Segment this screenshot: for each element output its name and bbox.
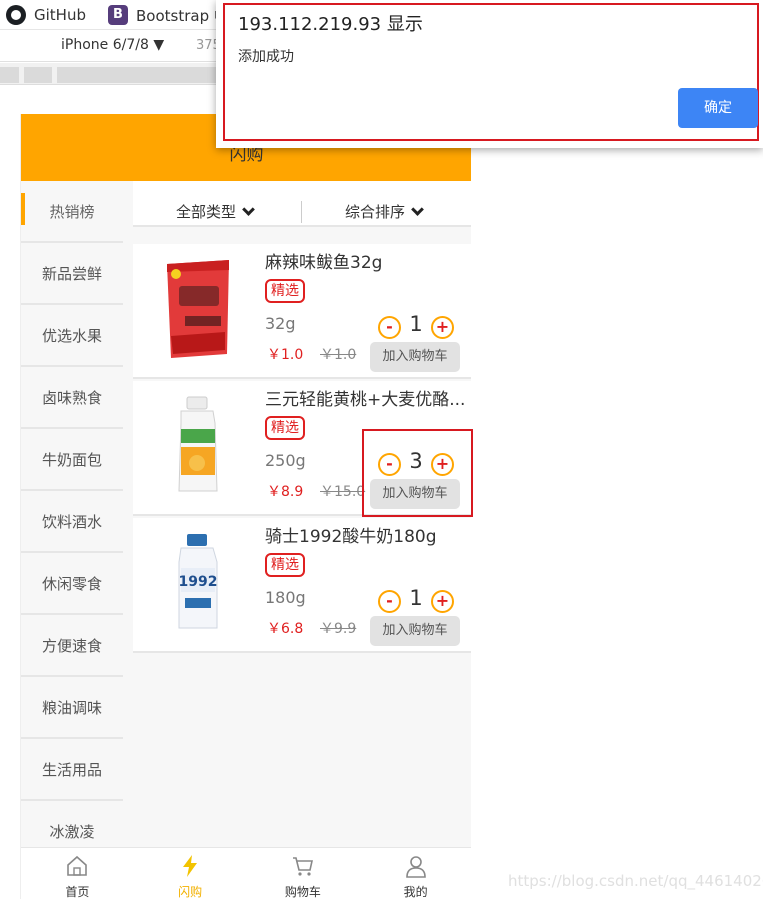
sort-filter[interactable]: 综合排序 xyxy=(345,201,424,222)
increase-quantity-button[interactable]: + xyxy=(431,590,454,613)
product-original-price: ￥15.0 xyxy=(320,484,366,500)
sidebar-item-daily[interactable]: 生活用品 xyxy=(21,739,123,801)
sort-filter-label: 综合排序 xyxy=(345,203,406,221)
decrease-quantity-button[interactable]: - xyxy=(378,590,401,613)
tab-label: 我的 xyxy=(403,885,428,899)
type-filter[interactable]: 全部类型 xyxy=(176,201,255,222)
chevron-down-icon xyxy=(411,202,424,216)
product-name[interactable]: 三元轻能黄桃+大麦优酪... xyxy=(265,385,468,410)
quantity-value: 3 xyxy=(409,449,423,473)
product-image xyxy=(178,396,218,492)
bookmark-github[interactable]: GitHub xyxy=(6,0,86,30)
tab-label: 购物车 xyxy=(284,885,321,899)
featured-tag: 精选 xyxy=(265,279,305,303)
type-filter-label: 全部类型 xyxy=(176,203,237,221)
sidebar-item-fruit[interactable]: 优选水果 xyxy=(21,305,123,367)
filter-divider xyxy=(301,201,302,223)
tab-home[interactable]: 首页 xyxy=(21,848,134,899)
increase-quantity-button[interactable]: + xyxy=(431,316,454,339)
dialog-ok-button[interactable]: 确定 xyxy=(678,88,758,128)
product-image: 1992 xyxy=(178,534,218,629)
sidebar-item-drinks[interactable]: 饮料酒水 xyxy=(21,491,123,553)
increase-quantity-button[interactable]: + xyxy=(431,453,454,476)
featured-tag: 精选 xyxy=(265,416,305,440)
product-image xyxy=(167,260,229,358)
tab-flash-sale[interactable]: 闪购 xyxy=(134,848,247,899)
product-price: ￥6.8 xyxy=(267,621,304,637)
product-card: 麻辣味鲅鱼32g 精选 32g ￥1.0 ￥1.0 - 1 + 加入购物车 xyxy=(133,244,471,379)
user-icon xyxy=(405,856,426,878)
chevron-down-icon xyxy=(242,202,255,216)
dialog-title: 193.112.219.93 显示 xyxy=(238,14,423,35)
product-card: 1992 骑士1992酸牛奶180g 精选 180g ￥6.8 ￥9.9 - 1… xyxy=(133,518,471,653)
product-price: ￥1.0 xyxy=(267,347,304,363)
app-viewport: 闪购 热销榜 新品尝鲜 优选水果 卤味熟食 牛奶面包 饮料酒水 休闲零食 方便速… xyxy=(20,114,471,899)
sidebar-item-instant[interactable]: 方便速食 xyxy=(21,615,123,677)
tab-me[interactable]: 我的 xyxy=(359,848,471,899)
bookmark-label: GitHub xyxy=(34,6,86,24)
sidebar-item-hot[interactable]: 热销榜 xyxy=(21,181,123,243)
decrease-quantity-button[interactable]: - xyxy=(378,316,401,339)
sidebar-item-new[interactable]: 新品尝鲜 xyxy=(21,243,123,305)
bootstrap-icon: B xyxy=(108,5,128,25)
product-weight: 32g xyxy=(265,314,296,333)
add-to-cart-button[interactable]: 加入购物车 xyxy=(370,616,460,646)
svg-text:1992: 1992 xyxy=(179,574,218,590)
product-original-price: ￥9.9 xyxy=(320,621,357,637)
product-name[interactable]: 骑士1992酸牛奶180g xyxy=(265,522,468,547)
product-weight: 250g xyxy=(265,451,306,470)
add-to-cart-button[interactable]: 加入购物车 xyxy=(370,342,460,372)
quantity-value: 1 xyxy=(409,586,423,610)
lightning-icon xyxy=(183,855,198,877)
bookmark-bootstrap[interactable]: B Bootstrap 中 xyxy=(108,0,229,30)
bookmark-label: Bootstrap 中 xyxy=(136,6,229,25)
sidebar-item-snacks[interactable]: 休闲零食 xyxy=(21,553,123,615)
sidebar-item-milk-bread[interactable]: 牛奶面包 xyxy=(21,429,123,491)
tab-cart[interactable]: 购物车 xyxy=(247,848,360,899)
product-original-price: ￥1.0 xyxy=(320,347,357,363)
category-sidebar: 热销榜 新品尝鲜 优选水果 卤味熟食 牛奶面包 饮料酒水 休闲零食 方便速食 粮… xyxy=(21,181,123,863)
sidebar-item-deli[interactable]: 卤味熟食 xyxy=(21,367,123,429)
product-list-area: 全部类型 综合排序 麻辣味鲅鱼32g 精选 32g ￥1.0 ￥1.0 - 1 … xyxy=(133,181,471,847)
sidebar-item-grain-oil[interactable]: 粮油调味 xyxy=(21,677,123,739)
decrease-quantity-button[interactable]: - xyxy=(378,453,401,476)
bottom-tab-bar: 首页 闪购 购物车 我的 xyxy=(21,847,471,899)
product-weight: 180g xyxy=(265,588,306,607)
product-card: 三元轻能黄桃+大麦优酪... 精选 250g ￥8.9 ￥15.0 - 3 + … xyxy=(133,381,471,516)
featured-tag: 精选 xyxy=(265,553,305,577)
github-icon xyxy=(6,5,26,25)
home-icon xyxy=(67,855,88,876)
tab-label: 闪购 xyxy=(178,885,203,899)
tab-label: 首页 xyxy=(65,885,90,899)
add-to-cart-button[interactable]: 加入购物车 xyxy=(370,479,460,509)
cart-icon xyxy=(292,857,313,876)
product-price: ￥8.9 xyxy=(267,484,304,500)
watermark: https://blog.csdn.net/qq_44614026 xyxy=(508,872,763,890)
quantity-value: 1 xyxy=(409,312,423,336)
product-name[interactable]: 麻辣味鲅鱼32g xyxy=(265,248,468,273)
filter-bar: 全部类型 综合排序 xyxy=(133,181,471,227)
dialog-message: 添加成功 xyxy=(238,49,294,65)
device-select[interactable]: iPhone 6/7/8 ▼ xyxy=(61,37,164,53)
